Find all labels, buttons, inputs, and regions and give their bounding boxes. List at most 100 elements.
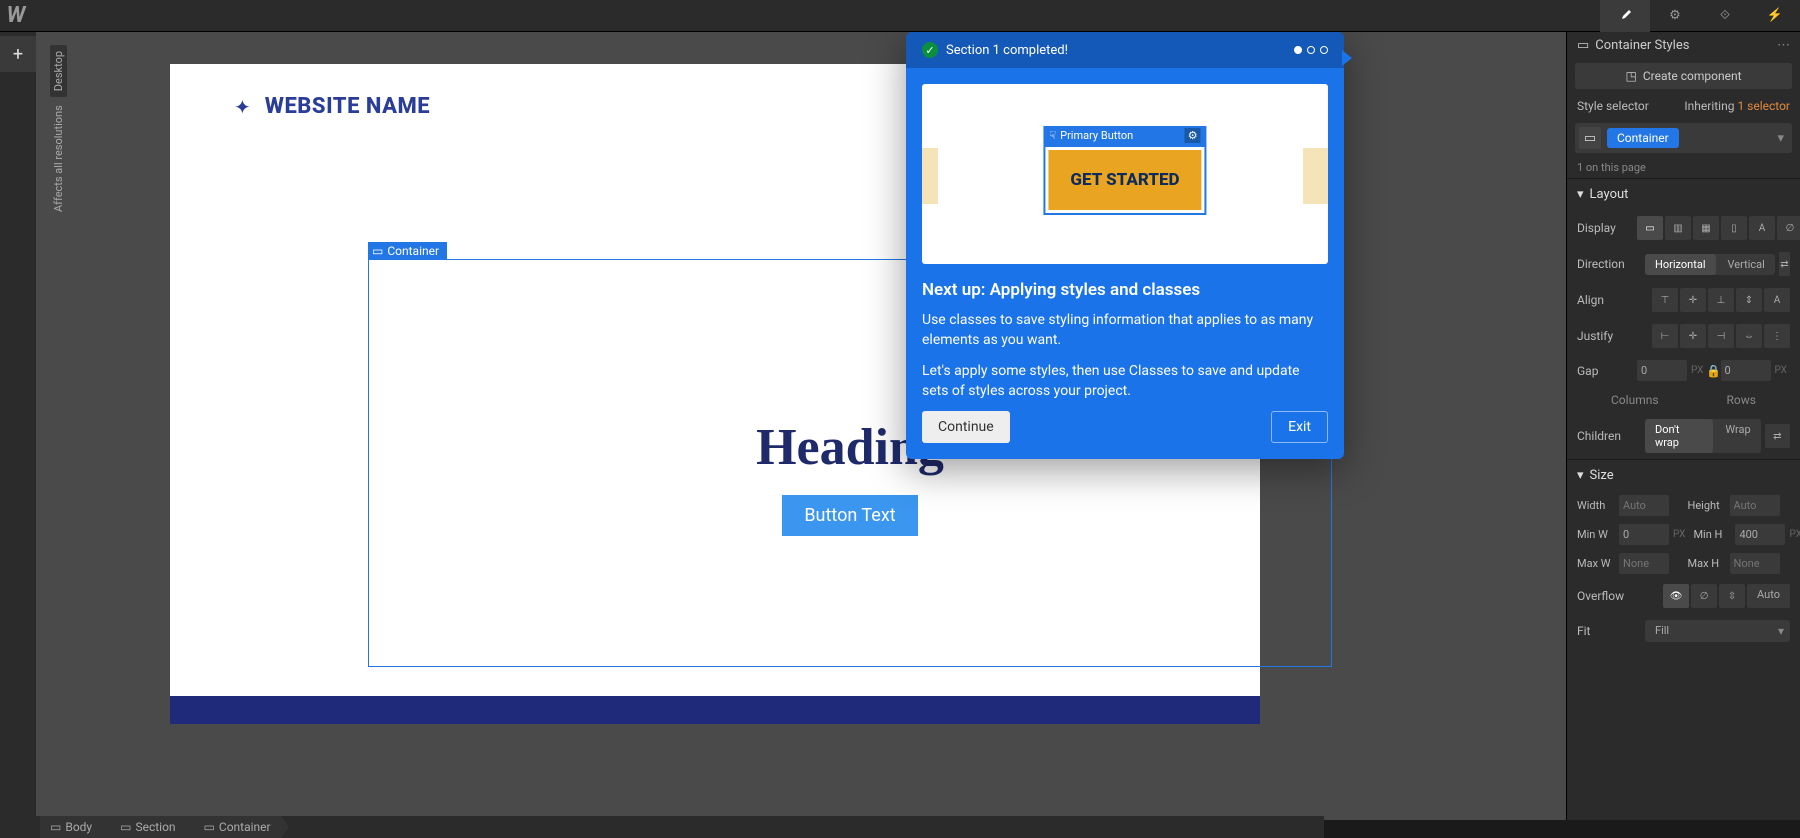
align-baseline[interactable]: A (1764, 288, 1790, 312)
crumb-container[interactable]: ▭Container (186, 816, 281, 838)
minw-label: Min W (1577, 528, 1615, 541)
create-component-button[interactable]: ◳ Create component (1575, 63, 1792, 89)
columns-label: Columns (1611, 393, 1659, 407)
effects-tab[interactable]: ⚡ (1750, 0, 1800, 32)
direction-label: Direction (1577, 257, 1637, 271)
direction-vertical[interactable]: Vertical (1718, 254, 1775, 275)
children-reverse[interactable]: ⇄ (1765, 424, 1790, 448)
direction-horizontal[interactable]: Horizontal (1645, 254, 1716, 275)
overflow-label: Overflow (1577, 589, 1637, 603)
dot-1 (1294, 46, 1302, 54)
overflow-scroll[interactable]: ⇳ (1719, 584, 1745, 608)
crumb-section[interactable]: ▭Section (102, 816, 185, 838)
display-block[interactable]: ▭ (1637, 216, 1663, 240)
display-none[interactable]: ∅ (1777, 216, 1800, 240)
justify-around[interactable]: ⋮ (1764, 324, 1790, 348)
inheriting-label[interactable]: Inheriting 1 selector (1684, 99, 1790, 113)
chevron-down-icon[interactable]: ▾ (1777, 131, 1788, 146)
gap-col-input[interactable] (1637, 360, 1687, 381)
direction-reverse[interactable]: ⇄ (1779, 252, 1790, 276)
align-label: Align (1577, 293, 1637, 307)
height-label: Height (1688, 499, 1726, 512)
selector-count: 1 on this page (1567, 157, 1800, 178)
display-grid[interactable]: ▦ (1693, 216, 1719, 240)
breadcrumb: ▭Body ▭Section ▭Container (0, 816, 1324, 838)
bolt-icon: ⚡ (1767, 8, 1783, 23)
overflow-hidden[interactable]: ∅ (1691, 584, 1717, 608)
fit-label: Fit (1577, 624, 1637, 638)
maxh-label: Max H (1688, 557, 1726, 570)
height-input[interactable] (1730, 495, 1780, 516)
display-inline[interactable]: A (1749, 216, 1775, 240)
preview-button-center: GET STARTED (1048, 150, 1201, 210)
size-section[interactable]: ▾ Size (1567, 459, 1800, 491)
container-icon: ▭ (204, 820, 215, 834)
maxh-input[interactable] (1730, 553, 1780, 574)
display-inline-block[interactable]: ▯ (1721, 216, 1747, 240)
justify-start[interactable]: ⊢ (1652, 324, 1678, 348)
settings-tab[interactable]: ⚙ (1650, 0, 1700, 32)
minh-input[interactable] (1735, 524, 1785, 545)
display-label: Display (1577, 221, 1637, 235)
tutorial-title: Next up: Applying styles and classes (922, 280, 1328, 300)
button-element[interactable]: Button Text (782, 495, 917, 536)
rows-label: Rows (1727, 393, 1756, 407)
children-wrap[interactable]: Wrap (1715, 419, 1760, 453)
add-element-button[interactable]: + (0, 36, 36, 72)
interactions-tab[interactable]: ⟐ (1700, 0, 1750, 32)
display-flex[interactable]: ▥ (1665, 216, 1691, 240)
gap-label: Gap (1577, 364, 1637, 378)
minw-input[interactable] (1619, 524, 1669, 545)
fit-fill[interactable]: Fill (1645, 620, 1770, 642)
desktop-badge: Desktop (50, 45, 67, 97)
children-nowrap[interactable]: Don't wrap (1645, 419, 1713, 453)
interactions-icon: ⟐ (1720, 8, 1730, 23)
progress-dots (1294, 46, 1328, 54)
preview-button-left: ON (922, 148, 938, 204)
tutorial-status: Section 1 completed! (946, 43, 1068, 58)
chevron-down-icon[interactable]: ▾ (1772, 620, 1790, 642)
tutorial-header: ✓ Section 1 completed! (906, 32, 1344, 68)
lock-icon[interactable]: 🔒 (1707, 364, 1721, 378)
overflow-auto[interactable]: Auto (1747, 584, 1790, 608)
selector-tag[interactable]: Container (1607, 128, 1679, 148)
more-icon[interactable]: ⋯ (1777, 38, 1790, 53)
align-stretch[interactable]: ⇕ (1736, 288, 1762, 312)
exit-button[interactable]: Exit (1271, 411, 1328, 443)
component-icon: ◳ (1625, 69, 1636, 83)
crumb-body[interactable]: ▭Body (40, 816, 102, 838)
body-icon: ▭ (50, 820, 61, 834)
maxw-input[interactable] (1619, 553, 1669, 574)
panel-title: Container Styles (1595, 38, 1689, 53)
width-input[interactable] (1619, 495, 1669, 516)
justify-center[interactable]: ✛ (1680, 324, 1706, 348)
container-icon: ▭ (1577, 38, 1589, 53)
align-start[interactable]: ⊤ (1652, 288, 1678, 312)
section-icon: ▭ (120, 820, 131, 834)
overflow-visible[interactable]: 👁 (1663, 584, 1689, 608)
style-tab[interactable] (1600, 0, 1650, 32)
minh-label: Min H (1693, 528, 1731, 541)
style-panel: ▭ Container Styles ⋯ ◳ Create component … (1566, 32, 1800, 820)
maxw-label: Max W (1577, 557, 1615, 570)
align-end[interactable]: ⊥ (1708, 288, 1734, 312)
resolution-label: Affects all resolutions Desktop (50, 45, 67, 212)
hand-icon: ☟ (1049, 129, 1056, 142)
container-icon: ▭ (372, 244, 383, 258)
justify-label: Justify (1577, 329, 1637, 343)
align-center[interactable]: ✛ (1680, 288, 1706, 312)
tutorial-text-1: Use classes to save styling information … (922, 310, 1328, 351)
selection-label[interactable]: ▭ Container (368, 242, 447, 260)
logo[interactable]: W (0, 0, 32, 32)
justify-between[interactable]: ⇔ (1736, 324, 1762, 348)
selector-type-icon[interactable]: ▭ (1579, 127, 1601, 149)
width-label: Width (1577, 499, 1615, 512)
continue-button[interactable]: Continue (922, 411, 1010, 443)
preview-button-right: BUT (1303, 148, 1328, 204)
justify-end[interactable]: ⊣ (1708, 324, 1734, 348)
brush-icon (1617, 8, 1633, 24)
gap-row-input[interactable] (1721, 360, 1771, 381)
selector-input[interactable]: ▭ Container ▾ (1575, 123, 1792, 153)
style-selector-label: Style selector (1577, 99, 1649, 113)
layout-section[interactable]: ▾ Layout (1567, 178, 1800, 210)
